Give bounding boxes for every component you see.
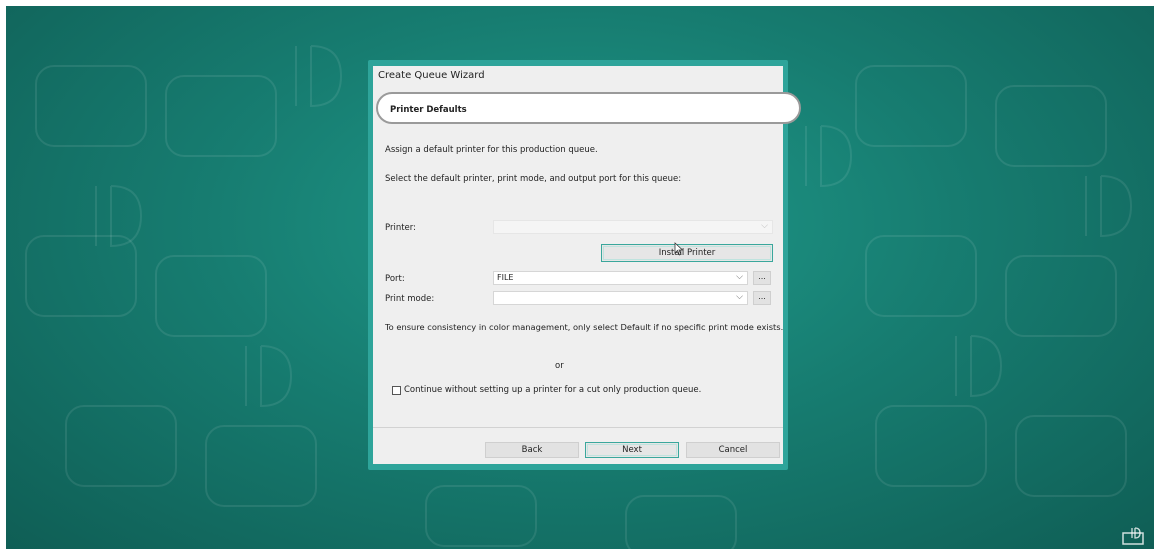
back-button[interactable]: Back	[485, 442, 579, 458]
wizard-title: Create Queue Wizard	[378, 70, 485, 81]
port-label: Port:	[385, 274, 405, 284]
instruction-text: Select the default printer, print mode, …	[385, 174, 682, 184]
chevron-down-icon: ⌵	[761, 221, 768, 231]
color-management-note: To ensure consistency in color managemen…	[385, 322, 784, 332]
printer-label: Printer:	[385, 223, 416, 233]
port-select[interactable]: FILE ⌵	[493, 271, 748, 285]
port-browse-button[interactable]: ...	[753, 271, 771, 285]
brand-logo-icon	[1122, 527, 1144, 545]
or-separator: or	[555, 361, 564, 371]
chevron-down-icon: ⌵	[736, 292, 743, 302]
next-button[interactable]: Next	[585, 442, 679, 458]
print-mode-browse-button[interactable]: ...	[753, 291, 771, 305]
chevron-down-icon: ⌵	[736, 272, 743, 282]
install-printer-button[interactable]: Install Printer	[601, 244, 773, 262]
mouse-cursor-icon	[674, 242, 684, 256]
skip-printer-label[interactable]: Continue without setting up a printer fo…	[404, 385, 701, 395]
cancel-button[interactable]: Cancel	[686, 442, 780, 458]
print-mode-label: Print mode:	[385, 294, 435, 304]
port-value: FILE	[497, 273, 514, 282]
section-header: Printer Defaults	[376, 92, 801, 124]
printer-select[interactable]: ⌵	[493, 220, 773, 234]
create-queue-wizard-dialog: Create Queue Wizard Printer Defaults Ass…	[373, 66, 801, 464]
skip-printer-checkbox[interactable]	[392, 386, 401, 395]
section-title: Printer Defaults	[390, 105, 467, 115]
print-mode-select[interactable]: ⌵	[493, 291, 748, 305]
footer-divider	[373, 427, 783, 428]
intro-text: Assign a default printer for this produc…	[385, 145, 598, 155]
